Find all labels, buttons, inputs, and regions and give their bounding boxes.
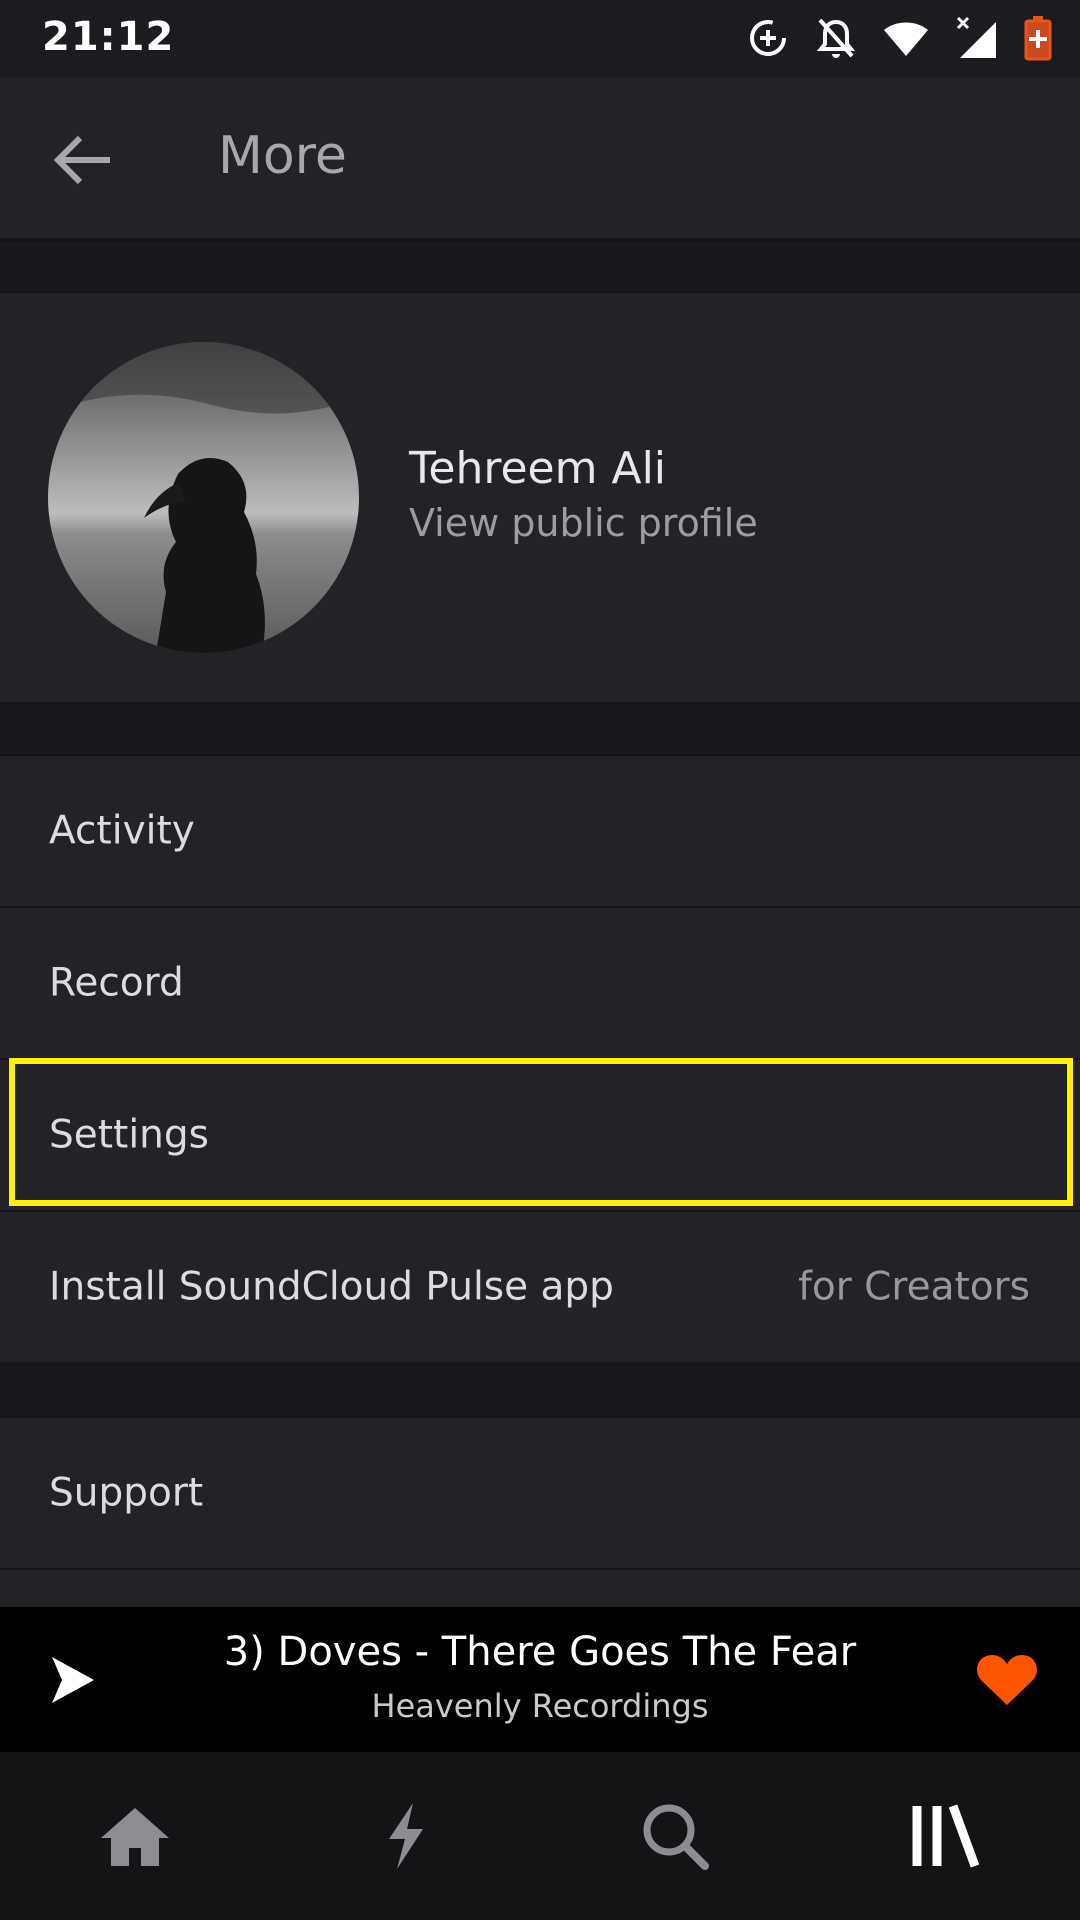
wifi-icon: [882, 18, 930, 58]
menu-item-label: Record: [49, 960, 184, 1006]
menu-item-activity[interactable]: Activity: [0, 756, 1080, 908]
menu-item-label: Install SoundCloud Pulse app: [49, 1264, 614, 1310]
menu-item-label: Settings: [49, 1112, 209, 1158]
nav-search[interactable]: [540, 1752, 810, 1920]
profile-card[interactable]: Tehreem Ali View public profile: [0, 293, 1080, 702]
menu-item-settings[interactable]: Settings: [0, 1060, 1080, 1212]
notifications-off-icon: [816, 16, 856, 60]
menu-item-label: Support: [49, 1470, 204, 1516]
page-title: More: [218, 126, 347, 186]
status-bar: 21:12: [0, 0, 1080, 78]
menu-item-install-pulse[interactable]: Install SoundCloud Pulse app for Creator…: [0, 1212, 1080, 1364]
status-icons: [746, 14, 1052, 62]
heart-icon: [977, 1655, 1037, 1705]
menu-item-record[interactable]: Record: [0, 908, 1080, 1060]
nav-library[interactable]: [810, 1752, 1080, 1920]
search-icon: [643, 1804, 709, 1870]
battery-icon: [1024, 15, 1052, 61]
stream-icon: [389, 1803, 423, 1869]
status-time: 21:12: [42, 14, 175, 60]
menu-item-label: Activity: [49, 808, 195, 854]
app-bar: More: [0, 78, 1080, 240]
section-divider: [0, 702, 1080, 756]
section-divider: [0, 240, 1080, 293]
data-saver-icon: [746, 16, 790, 60]
menu-item-partial: [0, 1570, 1080, 1607]
like-button[interactable]: [976, 1653, 1038, 1707]
home-icon: [101, 1808, 169, 1866]
arrow-back-icon: [53, 135, 110, 185]
track-title: 3) Doves - There Goes The Fear: [223, 1629, 857, 1675]
nav-stream[interactable]: [270, 1752, 540, 1920]
menu-item-support[interactable]: Support: [0, 1418, 1080, 1570]
profile-name: Tehreem Ali: [409, 443, 667, 494]
track-artist: Heavenly Recordings: [371, 1687, 709, 1725]
section-divider: [0, 1364, 1080, 1418]
view-profile-link[interactable]: View public profile: [409, 501, 758, 545]
signal-icon: [956, 16, 998, 60]
menu-item-aside: for Creators: [798, 1264, 1030, 1310]
avatar: [48, 342, 359, 653]
library-icon: [912, 1804, 980, 1868]
bottom-nav: [0, 1752, 1080, 1920]
mini-player[interactable]: 3) Doves - There Goes The Fear Heavenly …: [0, 1607, 1080, 1752]
nav-home[interactable]: [0, 1752, 270, 1920]
back-button[interactable]: [50, 130, 120, 190]
